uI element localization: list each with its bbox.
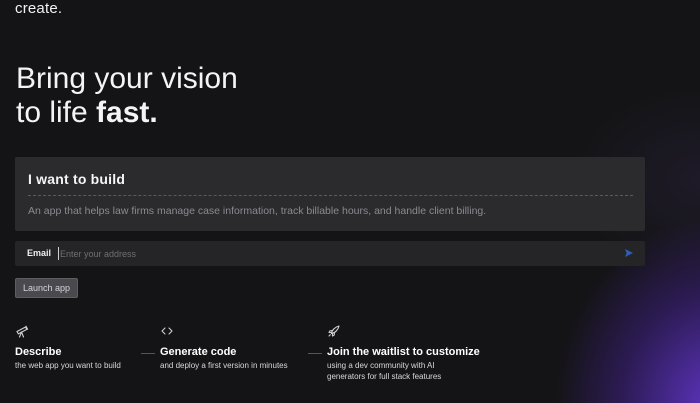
step-title: Join the waitlist to customize [327,346,480,358]
hero-line-2-bold: fast. [96,96,158,129]
step-description-line: using a dev community with AI [327,361,435,370]
step-connector [141,353,155,354]
hero-headline: Bring your vision to life fast. [16,62,238,130]
hero-line-1: Bring your vision [16,62,238,95]
step-description-line: the web app you want to build [15,361,121,370]
email-label: Email [27,248,52,258]
launch-app-button[interactable]: Launch app [15,278,78,298]
hero-line-2-prefix: to life [16,96,97,129]
step-title: Generate code [160,346,237,358]
step-description-line: generators for full stack features [327,372,442,381]
build-prompt-description[interactable]: An app that helps law firms manage case … [28,205,486,217]
build-prompt-title: I want to build [28,171,126,187]
code-brackets-icon [160,324,174,338]
build-prompt-divider [28,195,633,196]
rocket-icon [327,324,341,338]
text-cursor [58,247,59,260]
hero-line-2: to life fast. [16,96,238,130]
telescope-icon [15,324,29,338]
email-input[interactable] [60,244,600,263]
step-description: the web app you want to build [15,360,121,371]
submit-arrow-icon[interactable] [623,247,635,259]
step-title: Describe [15,346,62,358]
step-description: and deploy a first version in minutes [160,360,288,371]
step-connector [308,353,322,354]
brand-logo[interactable]: create. [15,0,62,17]
build-prompt-card[interactable]: I want to build An app that helps law fi… [15,157,645,231]
email-row: Email [15,241,645,266]
step-description-line: and deploy a first version in minutes [160,361,288,370]
step-description: using a dev community with AI generators… [327,360,441,382]
